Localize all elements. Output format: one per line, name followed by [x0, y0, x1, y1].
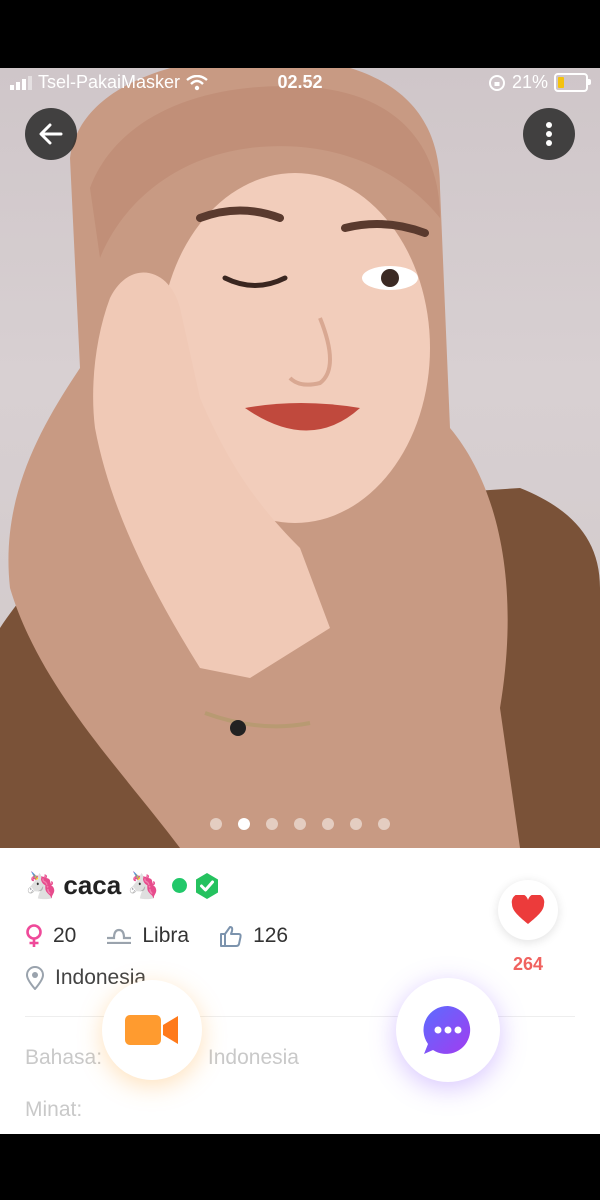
- name-row: 🦄 caca 🦄: [25, 870, 221, 901]
- video-call-button[interactable]: [102, 980, 202, 1080]
- thumbs-up-icon: [220, 926, 242, 947]
- page-dot[interactable]: [266, 818, 278, 830]
- unicorn-emoji-left: 🦄: [25, 870, 58, 900]
- rotation-lock-icon: [488, 74, 505, 91]
- back-button[interactable]: [25, 108, 77, 160]
- language-label: Bahasa:: [25, 1046, 103, 1069]
- zodiac-value: Libra: [142, 924, 190, 947]
- online-status-dot: [171, 878, 187, 893]
- page-dot[interactable]: [210, 818, 222, 830]
- heart-count: 264: [512, 954, 544, 974]
- status-right: 21%: [488, 72, 591, 93]
- age-value: 20: [53, 924, 77, 947]
- chat-bubble-icon: [423, 1005, 471, 1054]
- photo-pagination: [0, 818, 600, 830]
- libra-zodiac-icon: [107, 928, 132, 944]
- female-gender-icon: [26, 924, 42, 947]
- like-button[interactable]: [498, 880, 558, 940]
- status-bar: Tsel-PakaiMasker 02.52 21%: [0, 68, 600, 98]
- unicorn-emoji-right: 🦄: [127, 870, 160, 900]
- zodiac-item: Libra: [106, 924, 189, 948]
- profile-photo[interactable]: Tsel-PakaiMasker 02.52 21%: [0, 68, 600, 848]
- battery-icon: [554, 73, 591, 92]
- profile-card: 🦄 caca 🦄 20 Libra 126 Indonesia 264 Baha…: [0, 848, 600, 1134]
- profile-meta: 20 Libra 126: [25, 924, 318, 948]
- likes-value: 126: [253, 924, 289, 947]
- profile-screen: Tsel-PakaiMasker 02.52 21% 🦄 caca 🦄 20 L…: [0, 68, 600, 1134]
- page-dot[interactable]: [322, 818, 334, 830]
- location-pin-icon: [25, 966, 45, 990]
- profile-photo-illustration: [0, 68, 600, 848]
- interests-label: Minat:: [25, 1098, 83, 1121]
- page-dot-active[interactable]: [238, 818, 250, 830]
- video-camera-icon: [125, 1015, 178, 1045]
- profile-name: caca: [63, 870, 122, 900]
- arrow-left-icon: [39, 123, 63, 145]
- likes-item: 126: [219, 924, 288, 948]
- heart-icon: [511, 895, 545, 924]
- language-value: Indonesia: [207, 1046, 299, 1069]
- verified-badge-icon: [195, 872, 218, 899]
- page-dot[interactable]: [350, 818, 362, 830]
- vertical-dots-icon: [546, 122, 552, 146]
- chat-button[interactable]: [396, 978, 500, 1082]
- age-item: 20: [25, 924, 76, 948]
- more-options-button[interactable]: [523, 108, 575, 160]
- page-dot[interactable]: [378, 818, 390, 830]
- battery-percent: 21%: [511, 72, 548, 92]
- page-dot[interactable]: [294, 818, 306, 830]
